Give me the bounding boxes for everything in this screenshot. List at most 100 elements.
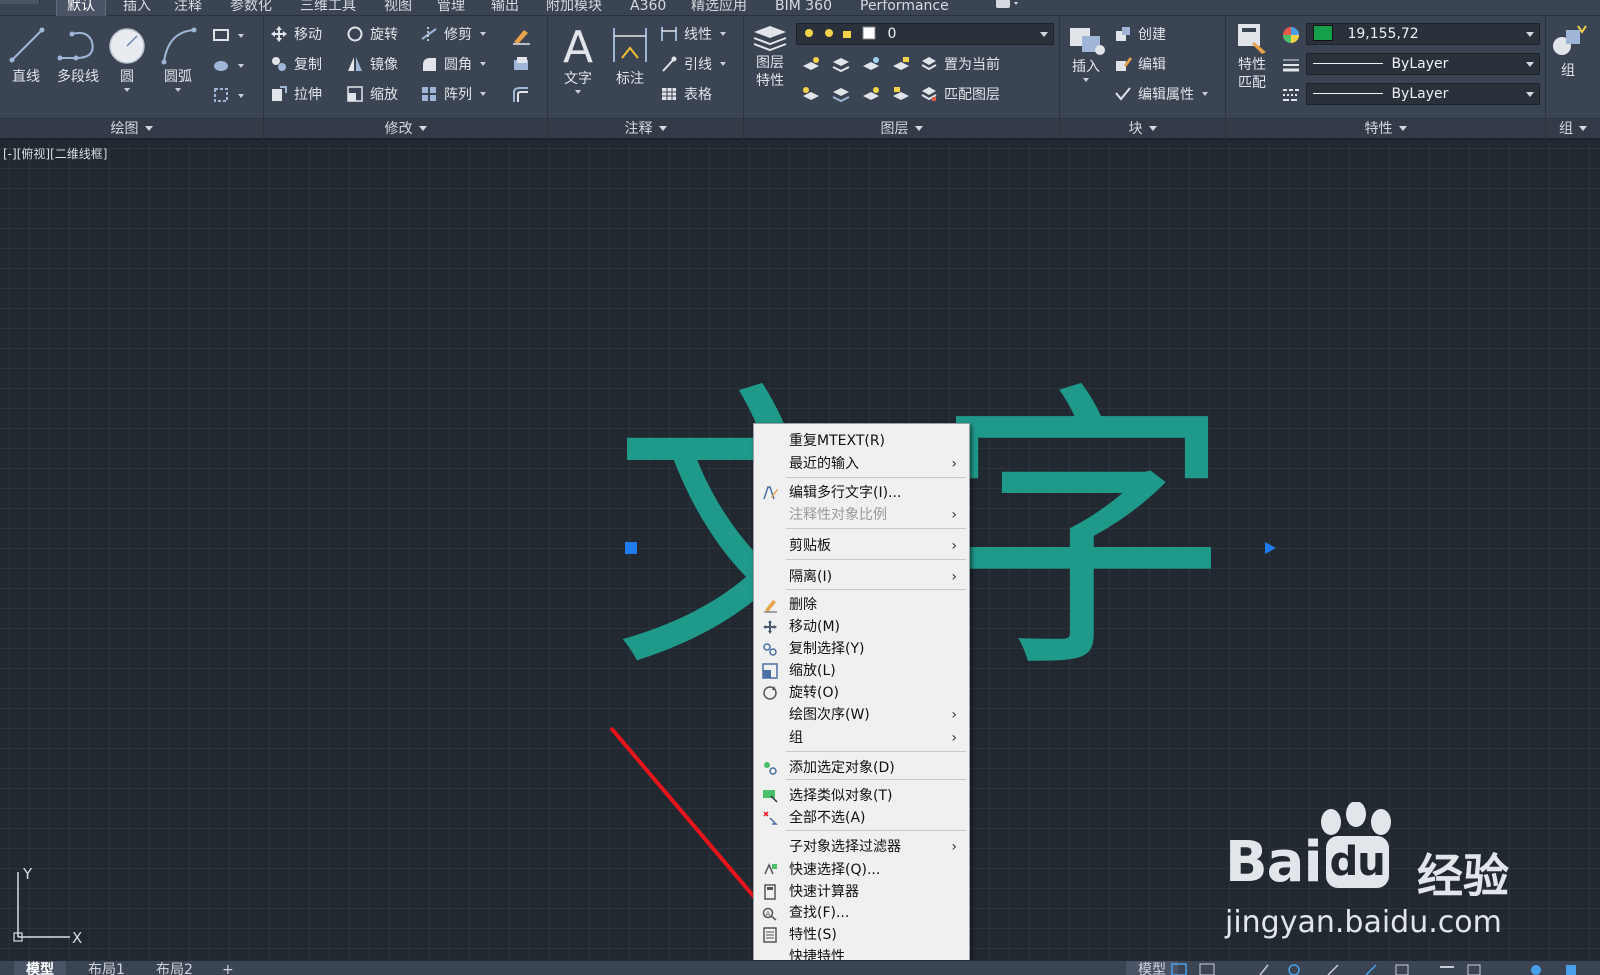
tab-addins[interactable]: 附加模块 [546, 0, 602, 16]
mtext-grip-right[interactable] [1265, 542, 1276, 554]
mirror-button[interactable]: 镜像 [346, 54, 398, 76]
fillet-dropdown-icon[interactable] [480, 62, 486, 66]
leader-dropdown-icon[interactable] [720, 62, 726, 66]
stretch-button[interactable]: 拉伸 [270, 84, 322, 106]
edit-block-button[interactable]: 编辑 [1114, 54, 1166, 76]
context-menu-item-17[interactable]: 快速选择(Q)... [754, 859, 969, 881]
linetype-icon-button[interactable] [1280, 84, 1302, 106]
context-menu-item-8[interactable]: 复制选择(Y) [754, 638, 969, 660]
status-toolbar-icons[interactable] [1170, 963, 1590, 975]
arc-button[interactable]: 圆弧 [156, 22, 200, 92]
tab-3d-tools[interactable]: 三维工具 [300, 0, 356, 16]
line-button[interactable]: 直线 [6, 22, 46, 86]
rotate-button[interactable]: 旋转 [346, 24, 398, 46]
context-menu-item-2[interactable]: 编辑多行文字(I)... [754, 482, 969, 504]
context-menu-item-4[interactable]: 剪贴板 › [754, 535, 969, 557]
tab-insert[interactable]: 插入 [123, 0, 151, 16]
tab-annotate[interactable]: 注释 [174, 0, 202, 16]
context-menu-item-1[interactable]: 最近的输入 › [754, 453, 969, 475]
hatch-button[interactable] [212, 56, 244, 78]
layer-dropdown[interactable]: 0 [796, 23, 1054, 45]
context-menu-item-5[interactable]: 隔离(I) › [754, 566, 969, 588]
tab-bim360[interactable]: BIM 360 [775, 0, 832, 16]
group-button[interactable]: 组 [1548, 22, 1588, 80]
match-properties-button[interactable]: 特性 匹配 [1230, 22, 1274, 92]
circle-dropdown-icon[interactable] [124, 88, 130, 92]
layer-thaw-button[interactable] [860, 84, 882, 106]
layer-off-button[interactable] [800, 54, 822, 76]
panel-groups-title[interactable]: 组 [1546, 118, 1600, 138]
viewport-controls-label[interactable]: [-][俯视][二维线框] [3, 145, 107, 162]
fillet-button[interactable]: 圆角 [420, 54, 486, 76]
tab-a360[interactable]: A360 [630, 0, 666, 16]
linetype-dropdown[interactable]: ByLayer [1306, 53, 1540, 75]
color-wheel-button[interactable] [1280, 24, 1302, 46]
array-dropdown-icon[interactable] [480, 92, 486, 96]
context-menu-item-11[interactable]: 绘图次序(W) › [754, 704, 969, 726]
layer-on-button[interactable] [800, 84, 822, 106]
tab-manage[interactable]: 管理 [437, 0, 465, 16]
context-menu-item-15[interactable]: 全部不选(A) [754, 807, 969, 829]
context-menu-item-0[interactable]: 重复MTEXT(R) [754, 430, 969, 452]
tab-performance[interactable]: Performance [860, 0, 949, 16]
tab-layout1[interactable]: 布局1 [76, 961, 137, 975]
edit-attributes-button[interactable]: 编辑属性 [1114, 84, 1208, 106]
erase-button[interactable] [510, 24, 532, 46]
insert-block-button[interactable]: 插入 [1064, 22, 1108, 82]
lineweight-icon-button[interactable] [1280, 54, 1302, 76]
circle-button[interactable]: 圆 [106, 22, 148, 92]
rectangle-button[interactable] [212, 26, 244, 48]
ribbon-display-toggle[interactable] [994, 0, 1022, 12]
tab-default[interactable]: 默认 [56, 0, 106, 16]
layer-isolate-button[interactable] [830, 54, 852, 76]
tab-layout2[interactable]: 布局2 [144, 961, 205, 975]
layer-unlock-button[interactable] [890, 84, 912, 106]
insert-dropdown-icon[interactable] [1083, 78, 1089, 82]
array-button[interactable]: 阵列 [420, 84, 486, 106]
layer-properties-button[interactable]: 图层 特性 [748, 22, 792, 90]
tab-view[interactable]: 视图 [384, 0, 412, 16]
copy-button[interactable]: 复制 [270, 54, 322, 76]
scale-button[interactable]: 缩放 [346, 84, 398, 106]
trim-button[interactable]: 修剪 [420, 24, 486, 46]
trim-dropdown-icon[interactable] [480, 32, 486, 36]
add-layout-button[interactable]: + [210, 961, 246, 975]
table-button[interactable]: 表格 [660, 84, 712, 106]
lineweight-dropdown[interactable]: ByLayer [1306, 83, 1540, 105]
context-menu-item-20[interactable]: 特性(S) [754, 924, 969, 946]
tab-parametric[interactable]: 参数化 [230, 0, 272, 16]
context-menu-item-10[interactable]: 旋转(O) [754, 682, 969, 704]
offset-button[interactable] [510, 84, 532, 106]
context-menu-item-6[interactable]: 删除 [754, 594, 969, 616]
context-menu-item-18[interactable]: 快速计算器 [754, 881, 969, 903]
panel-layers-title[interactable]: 图层 [744, 118, 1059, 138]
linear-dropdown-icon[interactable] [720, 32, 726, 36]
layer-lock-button[interactable] [890, 54, 912, 76]
context-menu-item-19[interactable]: A 查找(F)... [754, 902, 969, 924]
context-menu-item-12[interactable]: 组 › [754, 727, 969, 749]
polyline-button[interactable]: 多段线 [52, 22, 104, 86]
panel-draw-title[interactable]: 绘图 [0, 118, 263, 138]
color-dropdown[interactable]: 19,155,72 [1306, 23, 1540, 45]
arc-dropdown-icon[interactable] [175, 88, 181, 92]
context-menu-item-7[interactable]: 移动(M) [754, 616, 969, 638]
context-menu-item-16[interactable]: 子对象选择过滤器 › [754, 836, 969, 858]
tab-output[interactable]: 输出 [491, 0, 519, 16]
move-button[interactable]: 移动 [270, 24, 322, 46]
text-dropdown-icon[interactable] [575, 90, 581, 94]
create-block-button[interactable]: 创建 [1114, 24, 1166, 46]
boundary-button[interactable] [212, 86, 244, 108]
layer-unisolate-button[interactable] [830, 84, 852, 106]
mtext-grip-left[interactable] [625, 542, 637, 554]
leader-button[interactable]: 引线 [660, 54, 726, 76]
dimension-button[interactable]: 标注 [608, 22, 652, 88]
edit-attributes-dropdown-icon[interactable] [1202, 92, 1208, 96]
make-current-button[interactable]: 置为当前 [920, 54, 1000, 76]
tab-model[interactable]: 模型 [14, 961, 66, 975]
context-menu-item-9[interactable]: 缩放(L) [754, 660, 969, 682]
tab-featured-apps[interactable]: 精选应用 [691, 0, 747, 16]
text-button[interactable]: A 文字 [556, 20, 600, 94]
context-menu-item-14[interactable]: 选择类似对象(T) [754, 785, 969, 807]
explode-button[interactable] [510, 54, 532, 76]
context-menu-item-13[interactable]: 添加选定对象(D) [754, 757, 969, 779]
